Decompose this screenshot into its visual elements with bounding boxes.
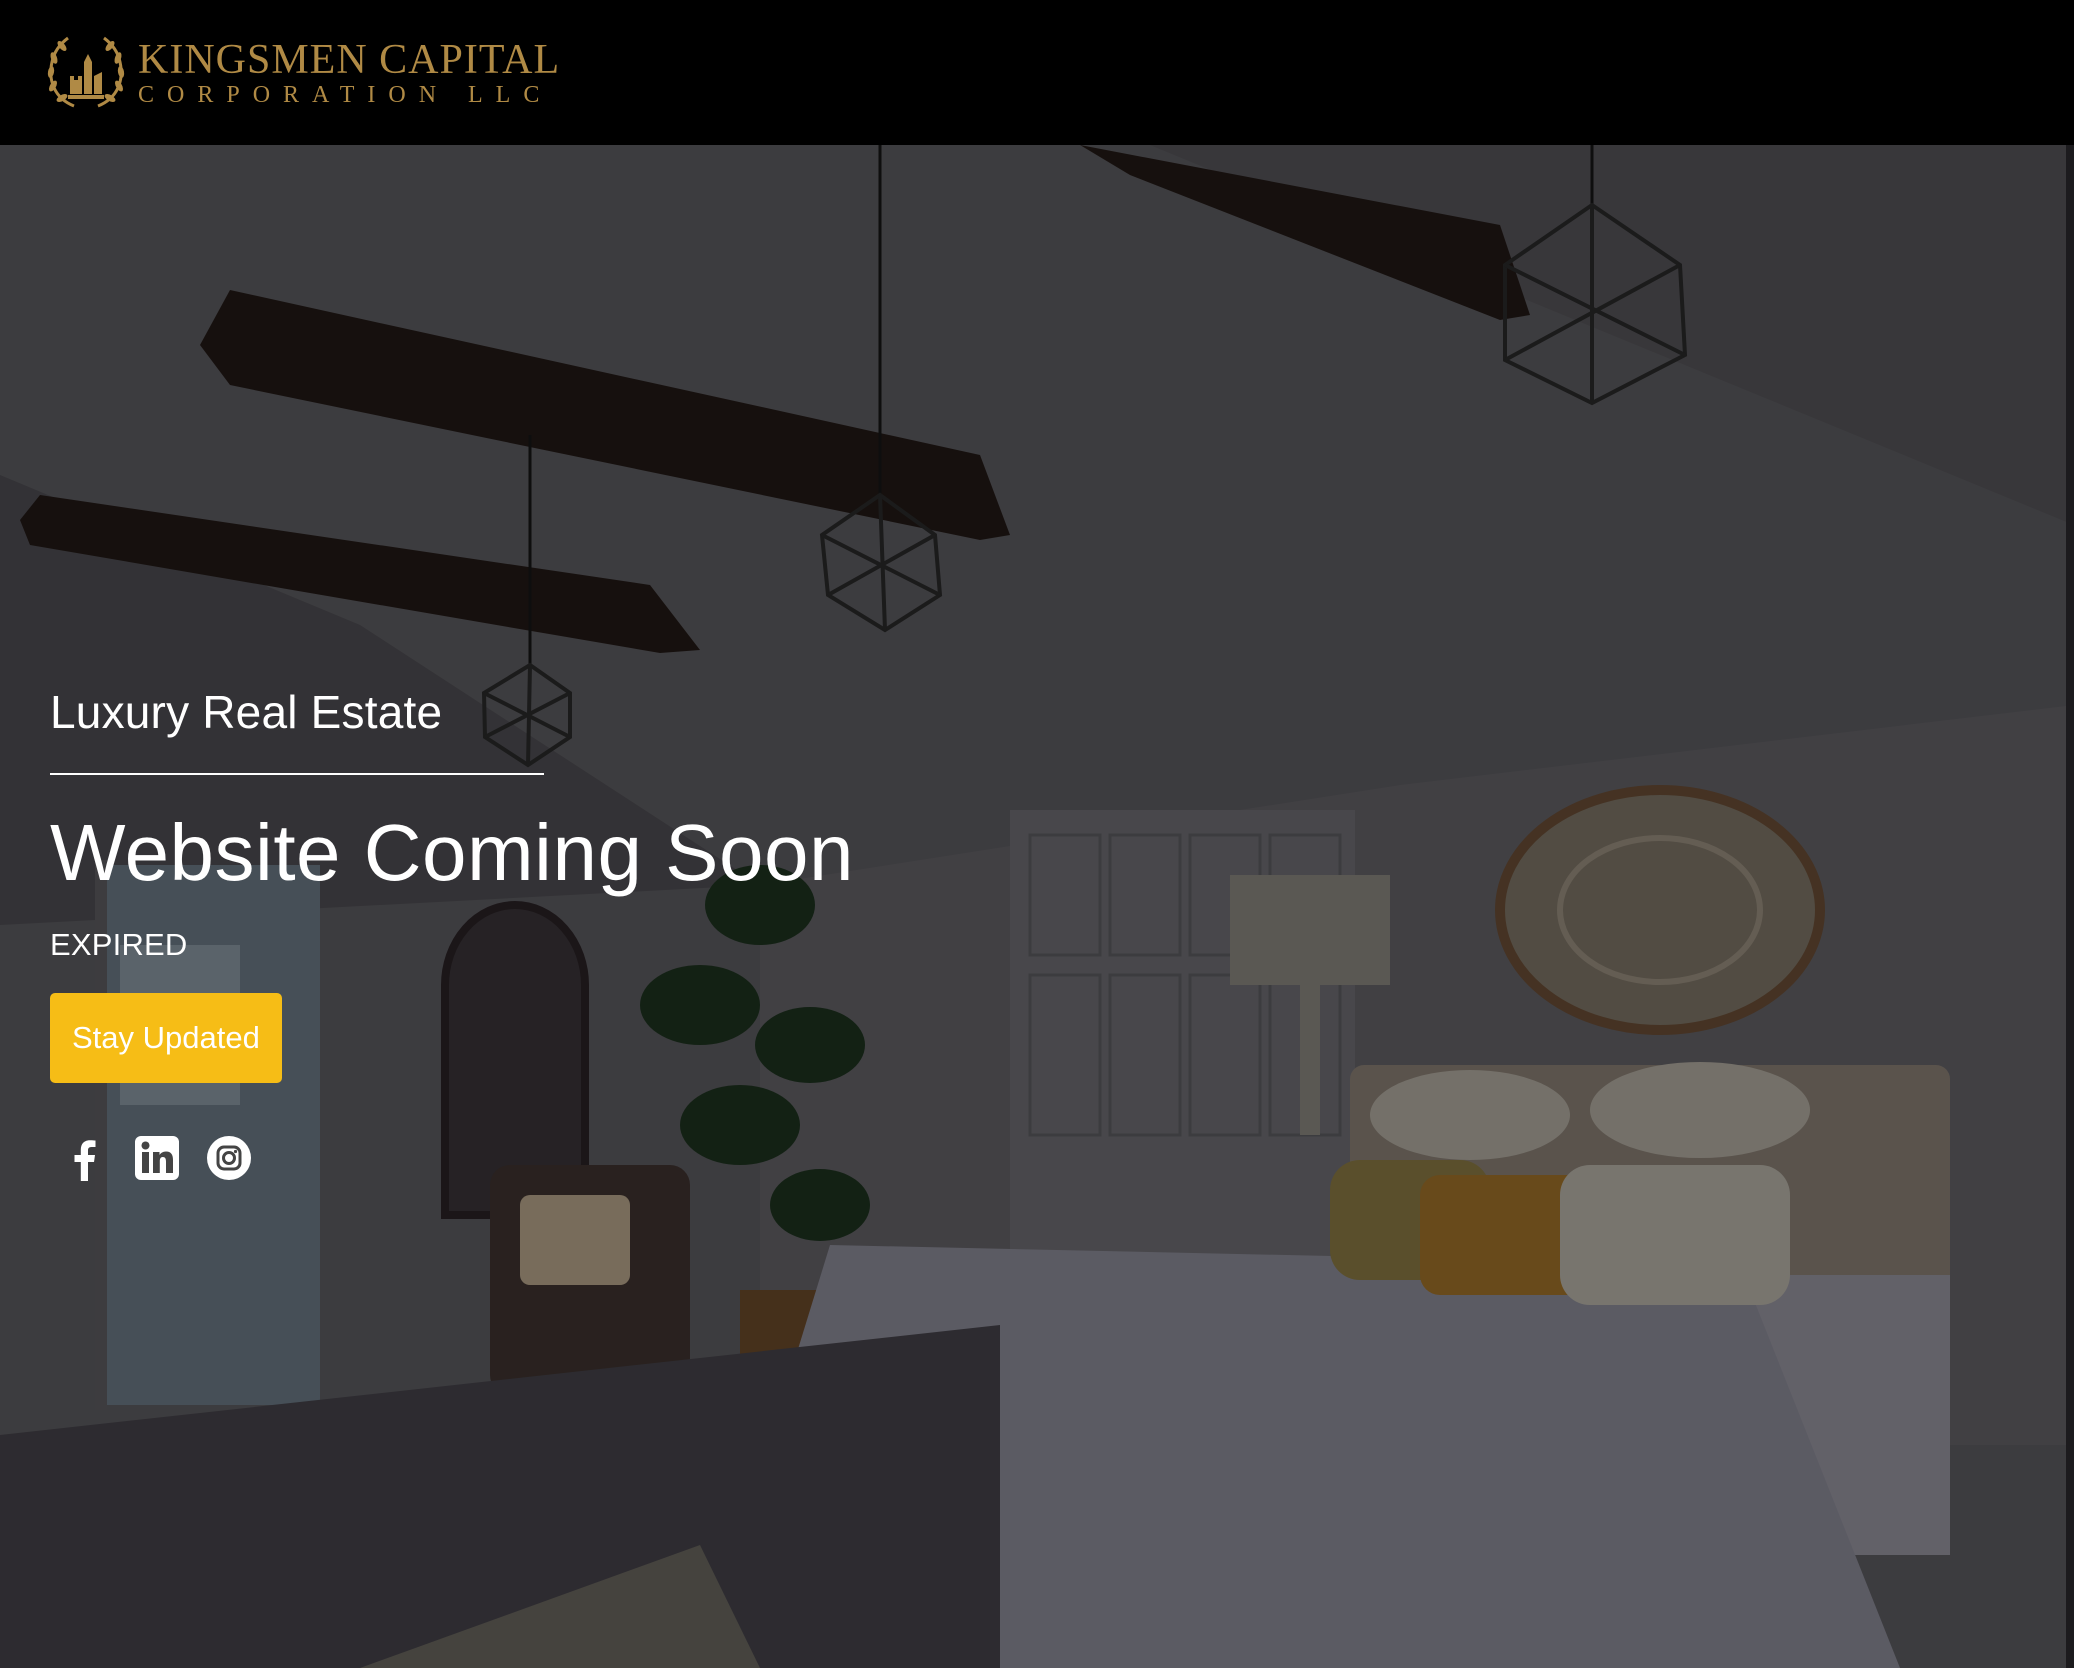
hero-title: Website Coming Soon [50, 808, 854, 897]
hero-section: Luxury Real Estate Website Coming Soon E… [0, 145, 2074, 1668]
hero-content: Luxury Real Estate Website Coming Soon E… [50, 685, 854, 1181]
hero-tagline: Luxury Real Estate [50, 686, 443, 738]
linkedin-link[interactable] [134, 1135, 180, 1181]
linkedin-icon [135, 1136, 179, 1180]
social-links [50, 1135, 854, 1181]
logo-wordmark: KINGSMEN CAPITAL CORPORATION LLC [138, 39, 560, 107]
status-text: EXPIRED [50, 927, 188, 962]
hero-divider [50, 773, 544, 775]
scrollbar-edge [2066, 145, 2074, 1668]
landing-page: KINGSMEN CAPITAL CORPORATION LLC Luxury … [0, 0, 2074, 1668]
stay-updated-button[interactable]: Stay Updated [50, 993, 282, 1083]
logo-subtitle: CORPORATION LLC [138, 82, 553, 108]
facebook-icon [74, 1140, 96, 1181]
instagram-link[interactable] [206, 1135, 252, 1181]
instagram-icon [207, 1136, 251, 1180]
site-header: KINGSMEN CAPITAL CORPORATION LLC [0, 0, 2074, 145]
facebook-link[interactable] [62, 1135, 108, 1181]
crown-laurel-emblem-icon [47, 36, 125, 108]
logo-title: KINGSMEN CAPITAL [138, 37, 561, 83]
brand-logo[interactable]: KINGSMEN CAPITAL CORPORATION LLC [44, 32, 560, 114]
